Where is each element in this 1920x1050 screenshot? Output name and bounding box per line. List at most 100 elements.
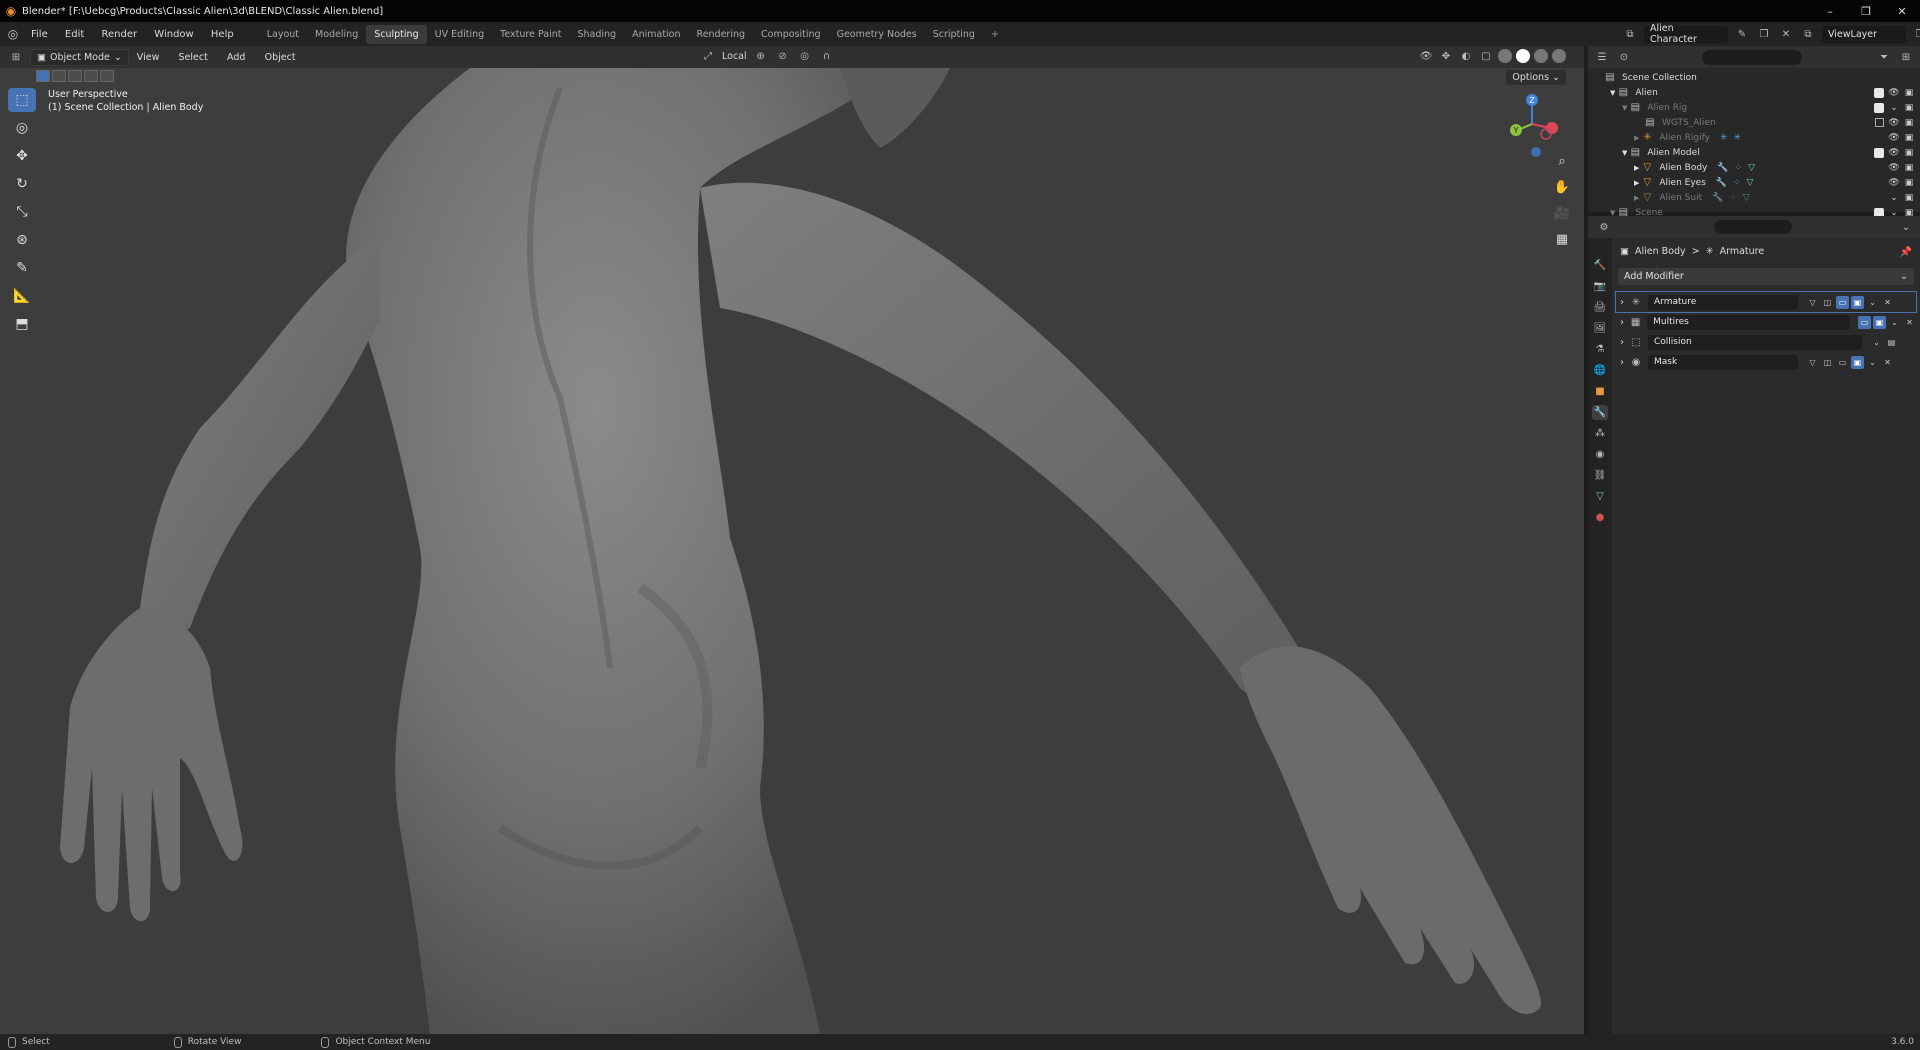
- menu-edit[interactable]: Edit: [58, 29, 91, 40]
- view-layer-tab-icon[interactable]: 🖼: [1592, 321, 1608, 336]
- tree-row-scene-collection[interactable]: ▤ Scene Collection: [1588, 70, 1920, 85]
- remove-modifier-icon[interactable]: ✕: [1881, 296, 1894, 309]
- edit-cage-icon[interactable]: ▽: [1806, 296, 1819, 309]
- camera-icon[interactable]: ▣: [1904, 103, 1914, 113]
- tab-animation[interactable]: Animation: [624, 25, 688, 44]
- tab-sculpting[interactable]: Sculpting: [366, 24, 427, 44]
- eye-icon[interactable]: 👁: [1888, 133, 1899, 143]
- tree-row-alien-eyes[interactable]: ▶ ▽ Alien Eyes 🔧 ⁘ ▽ 👁 ▣: [1588, 175, 1920, 190]
- wireframe-shading-icon[interactable]: [1498, 49, 1512, 63]
- eye-icon[interactable]: 👁: [1888, 88, 1899, 98]
- output-tab-icon[interactable]: 🖨: [1592, 300, 1608, 315]
- data-tab-icon[interactable]: ▽: [1592, 489, 1608, 504]
- pin-icon[interactable]: ✎: [1734, 26, 1750, 42]
- tab-scripting[interactable]: Scripting: [925, 25, 983, 44]
- eye-icon[interactable]: 👁: [1888, 118, 1899, 128]
- tab-rendering[interactable]: Rendering: [689, 25, 754, 44]
- menu-help[interactable]: Help: [204, 29, 241, 40]
- viewport-toggle-icon[interactable]: ▭: [1836, 356, 1849, 369]
- xray-icon[interactable]: ▢: [1478, 48, 1494, 64]
- material-shading-icon[interactable]: [1534, 49, 1548, 63]
- editor-type-icon[interactable]: ⊞: [8, 49, 24, 65]
- breadcrumb-object[interactable]: Alien Body: [1635, 246, 1686, 257]
- properties-search-input[interactable]: [1714, 220, 1792, 234]
- checkbox-empty-icon[interactable]: [1875, 118, 1884, 127]
- expand-arrow-icon[interactable]: ›: [1620, 297, 1624, 308]
- mesh-data-icon[interactable]: ▽: [1747, 178, 1754, 188]
- outliner-editor-icon[interactable]: ☰: [1594, 49, 1610, 65]
- close-button[interactable]: ✕: [1884, 0, 1920, 22]
- orientation-label[interactable]: Local: [722, 51, 747, 62]
- physics-settings-icon[interactable]: ▤: [1885, 336, 1898, 349]
- rendered-shading-icon[interactable]: [1552, 49, 1566, 63]
- view-layer-field[interactable]: ViewLayer: [1822, 25, 1906, 43]
- edit-mode-icon[interactable]: ◫: [1821, 356, 1834, 369]
- chevron-down-icon[interactable]: ⌄: [1866, 296, 1879, 309]
- pin-icon[interactable]: 📌: [1898, 244, 1914, 260]
- tree-row-alien-rigify[interactable]: ▶ ✳ Alien Rigify ✳ ✳ 👁 ▣: [1588, 130, 1920, 145]
- modifier-name-field[interactable]: Armature: [1648, 294, 1798, 310]
- tab-compositing[interactable]: Compositing: [753, 25, 829, 44]
- new-collection-icon[interactable]: ⊞: [1898, 49, 1914, 65]
- modifier-name-field[interactable]: Collision: [1648, 334, 1862, 350]
- properties-editor-icon[interactable]: ⚙: [1596, 219, 1612, 235]
- gizmo-neg-z-icon[interactable]: [1531, 147, 1541, 157]
- tool-tab-icon[interactable]: 🔨: [1592, 258, 1608, 273]
- chevron-down-icon[interactable]: ⌄: [1888, 316, 1901, 329]
- zoom-icon[interactable]: ⌕: [1552, 152, 1572, 170]
- tree-row-alien-rig[interactable]: ▼ ▤ Alien Rig ⌄ ▣: [1588, 100, 1920, 115]
- wrench-icon[interactable]: 🔧: [1717, 163, 1728, 173]
- camera-icon[interactable]: ▣: [1904, 178, 1914, 188]
- camera-icon[interactable]: ▣: [1904, 148, 1914, 158]
- remove-modifier-icon[interactable]: ✕: [1903, 316, 1916, 329]
- visibility-icon[interactable]: 👁: [1418, 48, 1434, 64]
- menu-render[interactable]: Render: [94, 29, 144, 40]
- select-invert-icon[interactable]: [84, 70, 98, 82]
- world-tab-icon[interactable]: 🌐: [1592, 363, 1608, 378]
- measure-tool-icon[interactable]: 📐: [8, 284, 36, 308]
- expand-arrow-icon[interactable]: ›: [1620, 357, 1624, 368]
- render-tab-icon[interactable]: 📷: [1592, 279, 1608, 294]
- tab-shading[interactable]: Shading: [569, 25, 624, 44]
- orientation-icon[interactable]: ⤢: [700, 48, 716, 64]
- view-layer-icon[interactable]: ⧉: [1800, 26, 1816, 42]
- camera-icon[interactable]: ▣: [1904, 88, 1914, 98]
- filter-icon[interactable]: ⏷: [1876, 49, 1892, 65]
- wrench-icon[interactable]: 🔧: [1712, 193, 1723, 203]
- add-modifier-button[interactable]: Add Modifier ⌄: [1618, 268, 1914, 285]
- add-workspace-button[interactable]: +: [983, 25, 1007, 44]
- pivot-icon[interactable]: ⊕: [753, 48, 769, 64]
- menu-window[interactable]: Window: [147, 29, 200, 40]
- gizmo-neg-x-icon[interactable]: [1540, 128, 1552, 140]
- viewport-toggle-icon[interactable]: ▭: [1836, 295, 1849, 309]
- scene-tab-icon[interactable]: ⚗: [1592, 342, 1608, 357]
- mesh-data-icon[interactable]: ▽: [1743, 193, 1750, 203]
- navigation-gizmo[interactable]: Z Y: [1506, 90, 1566, 160]
- particles-tab-icon[interactable]: ⁂: [1592, 426, 1608, 441]
- minimize-button[interactable]: –: [1812, 0, 1848, 22]
- cursor-tool-icon[interactable]: ◎: [8, 116, 36, 140]
- camera-icon[interactable]: ▣: [1904, 163, 1914, 173]
- render-toggle-icon[interactable]: ▣: [1851, 355, 1864, 369]
- expand-arrow-icon[interactable]: ›: [1620, 337, 1624, 348]
- outliner-search-input[interactable]: [1702, 49, 1802, 65]
- material-tab-icon[interactable]: ●: [1592, 510, 1608, 525]
- viewport-toggle-icon[interactable]: ▭: [1858, 315, 1871, 329]
- menu-add[interactable]: Add: [219, 52, 253, 63]
- edit-mode-icon[interactable]: ◫: [1821, 296, 1834, 309]
- checkbox-icon[interactable]: [1874, 147, 1884, 158]
- menu-view[interactable]: View: [129, 52, 168, 63]
- wrench-icon[interactable]: 🔧: [1716, 178, 1727, 188]
- tab-geometry-nodes[interactable]: Geometry Nodes: [829, 25, 925, 44]
- annotate-tool-icon[interactable]: ✎: [8, 256, 36, 280]
- chevron-down-icon[interactable]: ⌄: [1866, 356, 1879, 369]
- proportional-edit-icon[interactable]: ◎: [797, 48, 813, 64]
- select-new-icon[interactable]: [36, 70, 50, 82]
- tree-row-alien-model[interactable]: ▼ ▤ Alien Model 👁 ▣: [1588, 145, 1920, 160]
- eye-icon[interactable]: 👁: [1888, 178, 1899, 188]
- tree-row-alien[interactable]: ▼ ▤ Alien 👁 ▣: [1588, 85, 1920, 100]
- scale-tool-icon[interactable]: ⤡: [8, 200, 36, 224]
- transform-tool-icon[interactable]: ⊛: [8, 228, 36, 252]
- maximize-button[interactable]: ❐: [1848, 0, 1884, 22]
- select-box-tool-icon[interactable]: ⬚: [8, 88, 36, 112]
